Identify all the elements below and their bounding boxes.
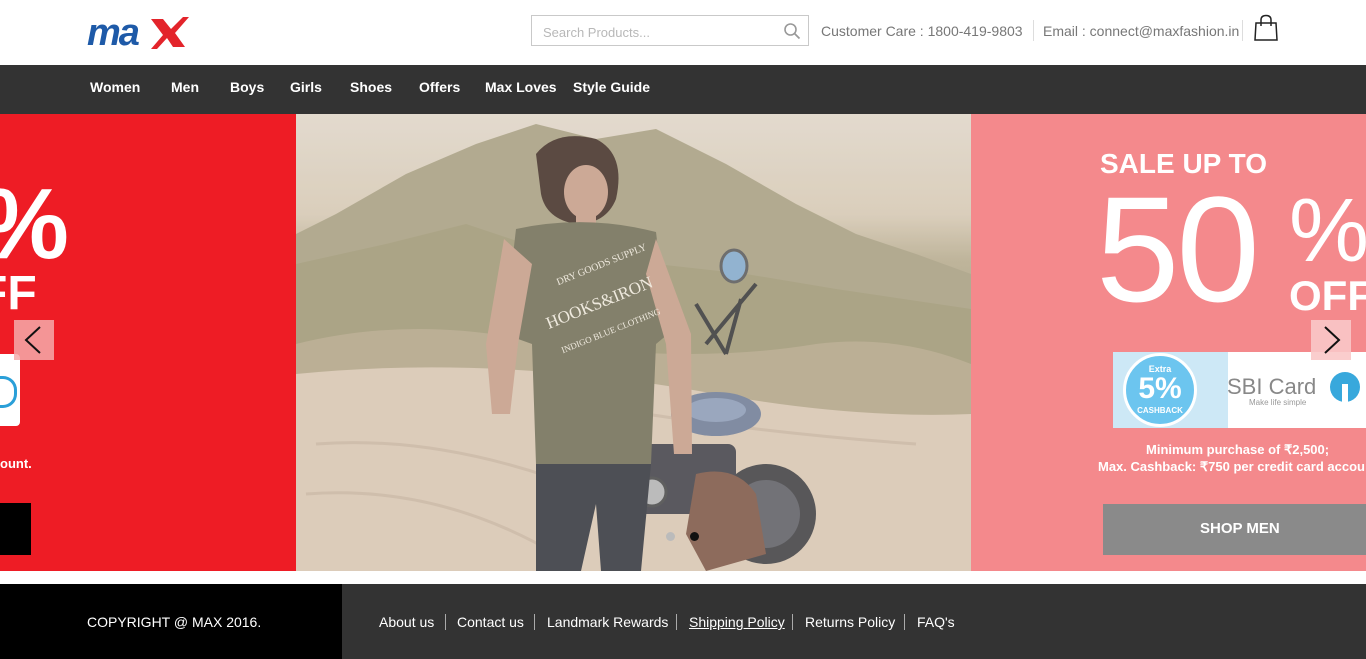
nav-item-girls[interactable]: Girls bbox=[290, 79, 322, 95]
carousel-dot-2-active[interactable] bbox=[690, 532, 699, 541]
nav-item-women[interactable]: Women bbox=[90, 79, 140, 95]
footer-link-returns-policy[interactable]: Returns Policy bbox=[805, 614, 895, 630]
copyright-text: COPYRIGHT @ MAX 2016. bbox=[87, 614, 262, 630]
max-logo[interactable]: ma bbox=[87, 11, 189, 51]
footer-link-landmark-rewards[interactable]: Landmark Rewards bbox=[547, 614, 668, 630]
footer: COPYRIGHT @ MAX 2016. About us Contact u… bbox=[0, 584, 1366, 659]
footer-link-shipping-policy[interactable]: Shipping Policy bbox=[689, 614, 785, 630]
sbi-logo-icon bbox=[1330, 372, 1360, 402]
search-icon[interactable] bbox=[783, 22, 801, 40]
carousel-prev-button[interactable] bbox=[14, 320, 54, 360]
divider bbox=[1033, 20, 1034, 41]
nav-item-men[interactable]: Men bbox=[171, 79, 199, 95]
search-box bbox=[531, 15, 809, 46]
footer-link-faqs[interactable]: FAQ's bbox=[917, 614, 955, 630]
offer-min-purchase: Minimum purchase of ₹2,500; bbox=[1146, 442, 1330, 457]
nav-item-offers[interactable]: Offers bbox=[419, 79, 460, 95]
discount-number: 50 bbox=[1096, 165, 1260, 333]
chevron-left-icon bbox=[24, 326, 41, 354]
divider bbox=[445, 614, 446, 630]
customer-care-number: Customer Care : 1800-419-9803 bbox=[821, 23, 1023, 39]
banner-photo[interactable]: HOOKS&IRON DRY GOODS SUPPLY INDIGO BLUE … bbox=[296, 114, 971, 571]
search-input[interactable] bbox=[541, 22, 775, 42]
nav-item-shoes[interactable]: Shoes bbox=[350, 79, 392, 95]
divider bbox=[676, 614, 677, 630]
contact-email: Email : connect@maxfashion.in bbox=[1043, 23, 1240, 39]
model-with-motorcycle-image: HOOKS&IRON DRY GOODS SUPPLY INDIGO BLUE … bbox=[296, 114, 971, 571]
footer-link-contact-us[interactable]: Contact us bbox=[457, 614, 524, 630]
sbi-card-tagline: Make life simple bbox=[1249, 398, 1307, 407]
sbi-card-brand: SBI Card bbox=[1227, 374, 1317, 399]
nav-item-max-loves[interactable]: Max Loves bbox=[485, 79, 557, 95]
divider bbox=[904, 614, 905, 630]
header: ma Customer Care : 1800-419-9803 Email :… bbox=[0, 0, 1366, 65]
bank-card-logo bbox=[0, 354, 20, 426]
svg-text:ma: ma bbox=[87, 12, 140, 51]
cashback-percent: 5% bbox=[1138, 372, 1182, 405]
slide-note: ount. bbox=[0, 456, 32, 471]
divider bbox=[792, 614, 793, 630]
nav-item-boys[interactable]: Boys bbox=[230, 79, 264, 95]
slide-off-text: FF bbox=[0, 267, 37, 320]
sbi-card-offer: Extra 5% CASHBACK SBI Card Make life sim… bbox=[1113, 352, 1366, 428]
divider bbox=[534, 614, 535, 630]
chevron-right-icon bbox=[1324, 326, 1341, 354]
slide-shop-button[interactable] bbox=[0, 503, 31, 555]
nav-item-style-guide[interactable]: Style Guide bbox=[573, 79, 650, 95]
offer-max-cashback: Max. Cashback: ₹750 per credit card acco… bbox=[1098, 459, 1365, 474]
shop-men-label: SHOP MEN bbox=[1200, 520, 1280, 537]
slide-discount-text: % bbox=[0, 174, 69, 274]
shopping-bag-icon[interactable] bbox=[1253, 14, 1279, 42]
carousel-slide-next[interactable]: SALE UP TO 50 % OFF Extra 5% CASHBACK SB… bbox=[971, 114, 1366, 571]
carousel-dot-1[interactable] bbox=[666, 532, 675, 541]
carousel-next-button[interactable] bbox=[1311, 320, 1351, 360]
cashback-badge: Extra 5% CASHBACK bbox=[1123, 353, 1197, 427]
footer-link-about-us[interactable]: About us bbox=[379, 614, 434, 630]
cashback-label: CASHBACK bbox=[1137, 406, 1183, 415]
shop-men-button[interactable]: SHOP MEN bbox=[1103, 504, 1366, 555]
main-nav: Women Men Boys Girls Shoes Offers Max Lo… bbox=[0, 65, 1366, 114]
discount-off-text: OFF bbox=[1289, 272, 1366, 319]
hero-carousel: % FF ount. bbox=[0, 114, 1366, 571]
discount-percent-sign: % bbox=[1289, 181, 1366, 281]
divider bbox=[1242, 20, 1243, 41]
